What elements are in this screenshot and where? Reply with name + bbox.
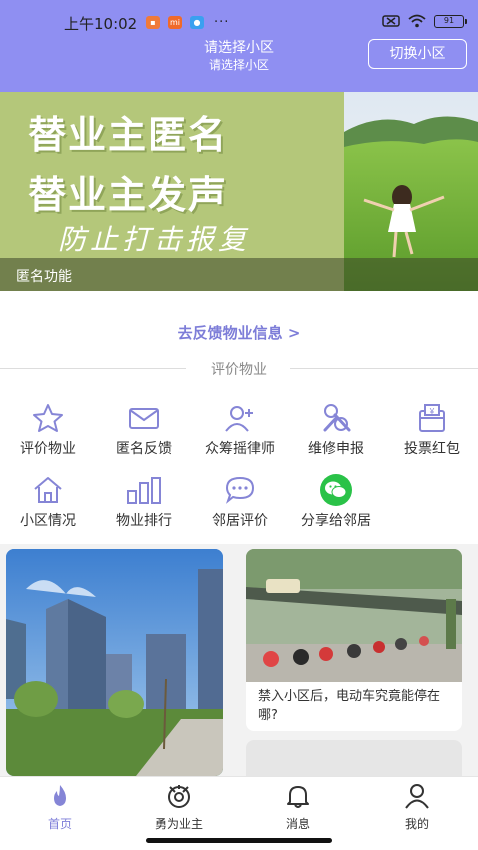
section-title: 评价物业 — [211, 362, 267, 378]
bell-icon — [284, 783, 312, 809]
grid-item-property-ranking[interactable]: 物业排行 — [96, 474, 192, 530]
home-icon — [28, 474, 68, 506]
tab-label: 消息 — [285, 817, 310, 831]
grid-label: 分享给邻居 — [301, 513, 371, 529]
grid-label: 众筹摇律师 — [205, 441, 275, 457]
user-icon — [403, 783, 431, 809]
grid-item-anonymous-feedback[interactable]: 匿名反馈 — [96, 402, 192, 458]
grid-label: 匿名反馈 — [116, 441, 172, 457]
top-header: 上午10:02 ▪ mi ● ··· 91 请选择小区 请选择小区 切换小区 — [0, 0, 478, 92]
grid-label: 评价物业 — [20, 441, 76, 457]
vote-box-icon: ¥ — [412, 402, 452, 434]
wifi-icon — [408, 14, 426, 28]
switch-community-button[interactable]: 切换小区 — [368, 39, 467, 69]
status-time: 上午10:02 — [64, 15, 138, 33]
grid-label: 小区情况 — [20, 513, 76, 529]
svg-text:¥: ¥ — [429, 407, 435, 416]
add-person-icon — [220, 402, 260, 434]
ranking-icon — [124, 474, 164, 506]
status-app-icons: ▪ mi ● ··· — [146, 15, 229, 30]
tab-messages[interactable]: 消息 — [248, 783, 348, 832]
flame-icon — [46, 783, 74, 809]
grid-label: 邻居评价 — [212, 513, 268, 529]
owner-badge-icon — [165, 783, 193, 809]
banner-caption: 匿名功能 — [16, 269, 72, 285]
feedback-property-link[interactable]: 去反馈物业信息 > — [0, 322, 478, 343]
message-app-icon: ● — [190, 16, 204, 29]
mail-icon — [124, 402, 164, 434]
banner-caption-bar: 匿名功能 — [0, 258, 478, 291]
tab-brave-owner[interactable]: 勇为业主 — [129, 783, 229, 832]
grid-item-vote-redpacket[interactable]: ¥ 投票红包 — [384, 402, 478, 458]
tab-label: 首页 — [47, 817, 72, 831]
tab-label: 勇为业主 — [154, 817, 203, 831]
tab-label: 我的 — [404, 817, 429, 831]
divider-line-right — [290, 368, 478, 369]
article-card-ebike[interactable]: 禁入小区后，电动车究竟能停在哪? — [246, 549, 462, 731]
article-card-buildings[interactable] — [6, 549, 223, 776]
shopping-app-icon: ▪ — [146, 16, 160, 29]
buildings-photo — [6, 549, 223, 776]
sim-off-icon — [382, 15, 400, 27]
article-title: 禁入小区后，电动车究竟能停在哪? — [258, 689, 441, 723]
chat-icon — [220, 474, 260, 506]
banner-slogan: 防止打击报复 — [58, 223, 251, 256]
anonymous-banner[interactable]: 替业主匿名 替业主发声 防止打击报复 匿名功能 — [0, 92, 478, 291]
grid-label: 维修申报 — [308, 441, 364, 457]
section-divider: 评价物业 — [0, 358, 478, 378]
wrench-icon — [316, 402, 356, 434]
status-indicators: 91 — [382, 14, 467, 28]
home-indicator — [146, 838, 332, 843]
grid-label: 物业排行 — [116, 513, 172, 529]
grid-item-repair-report[interactable]: 维修申报 — [288, 402, 384, 458]
grid-item-share-neighbors[interactable]: 分享给邻居 — [288, 474, 384, 530]
grid-item-neighbor-reviews[interactable]: 邻居评价 — [192, 474, 288, 530]
battery-icon: 91 — [434, 14, 467, 28]
grid-item-crowdfund-lawyer[interactable]: 众筹摇律师 — [192, 402, 288, 458]
more-notifications-icon: ··· — [214, 15, 230, 30]
wechat-icon — [316, 474, 356, 506]
battery-level: 91 — [443, 15, 455, 25]
grid-label: 投票红包 — [404, 441, 460, 457]
banner-headline-2: 替业主发声 — [28, 173, 229, 217]
grid-item-rate-property[interactable]: 评价物业 — [0, 402, 96, 458]
star-icon — [28, 402, 68, 434]
article-card-placeholder[interactable] — [246, 740, 462, 780]
tab-profile[interactable]: 我的 — [367, 783, 467, 832]
banner-headline-1: 替业主匿名 — [28, 113, 229, 157]
tab-home[interactable]: 首页 — [10, 783, 110, 832]
grid-item-community-status[interactable]: 小区情况 — [0, 474, 96, 530]
ebike-parking-photo — [246, 549, 462, 682]
mi-app-icon: mi — [168, 16, 182, 29]
